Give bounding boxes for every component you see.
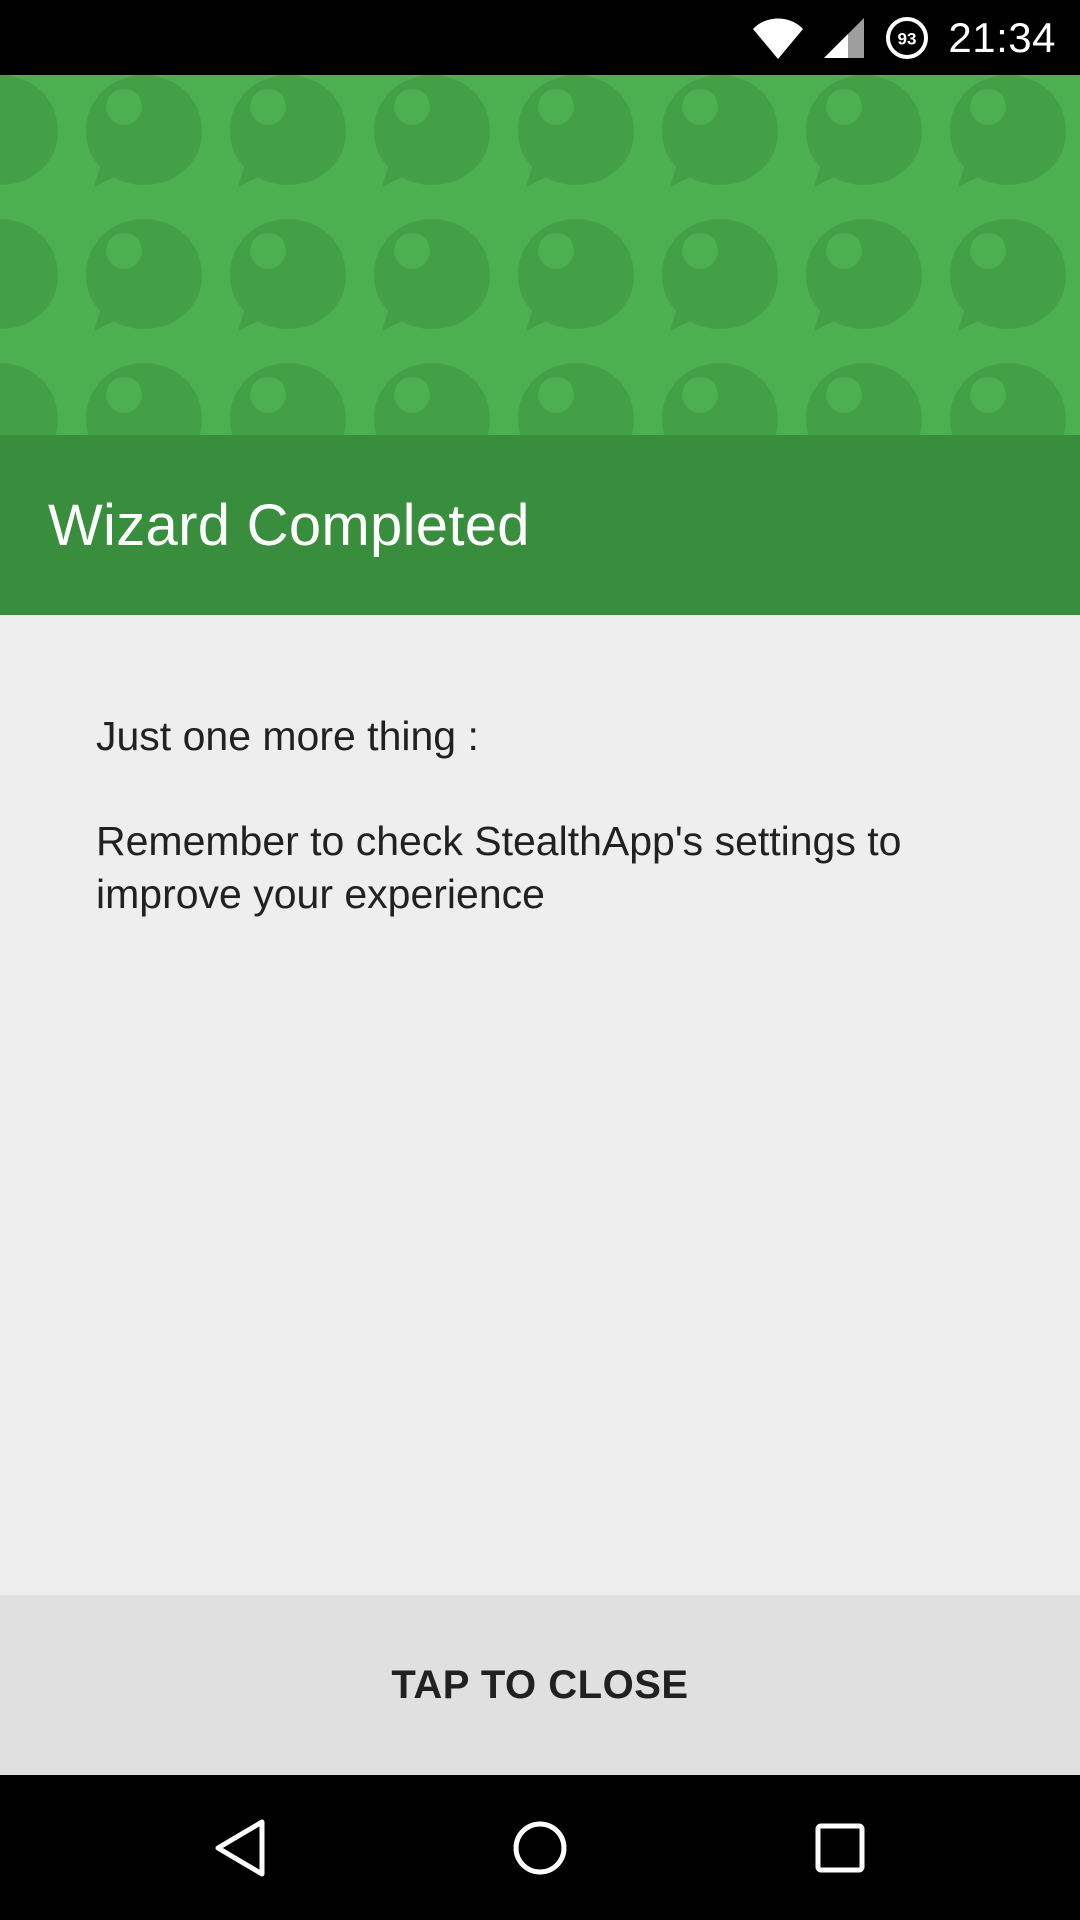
recents-icon bbox=[814, 1822, 866, 1879]
tap-to-close-label: TAP TO CLOSE bbox=[391, 1662, 689, 1707]
screen: 93 21:34 Wizard Completed Just one more … bbox=[0, 0, 1080, 1920]
recents-button[interactable] bbox=[795, 1805, 885, 1895]
message-intro: Just one more thing : bbox=[96, 713, 479, 759]
content-area: Just one more thing : Remember to check … bbox=[0, 615, 1080, 1595]
data-saver-badge: 93 bbox=[898, 29, 917, 48]
status-icons: 93 21:34 bbox=[752, 0, 1056, 75]
data-saver-icon: 93 bbox=[884, 15, 930, 61]
cell-signal-icon bbox=[822, 16, 866, 60]
header-pattern bbox=[0, 75, 1080, 435]
back-button[interactable] bbox=[195, 1805, 285, 1895]
status-bar: 93 21:34 bbox=[0, 0, 1080, 75]
home-icon bbox=[511, 1819, 569, 1882]
status-time: 21:34 bbox=[948, 13, 1056, 61]
back-icon bbox=[212, 1818, 268, 1883]
message-body: Remember to check StealthApp's settings … bbox=[96, 818, 902, 917]
tap-to-close-button[interactable]: TAP TO CLOSE bbox=[0, 1595, 1080, 1775]
title-band: Wizard Completed bbox=[0, 435, 1080, 615]
page-title: Wizard Completed bbox=[48, 492, 530, 558]
navigation-bar bbox=[0, 1775, 1080, 1920]
home-button[interactable] bbox=[495, 1805, 585, 1895]
wifi-icon bbox=[752, 17, 804, 59]
